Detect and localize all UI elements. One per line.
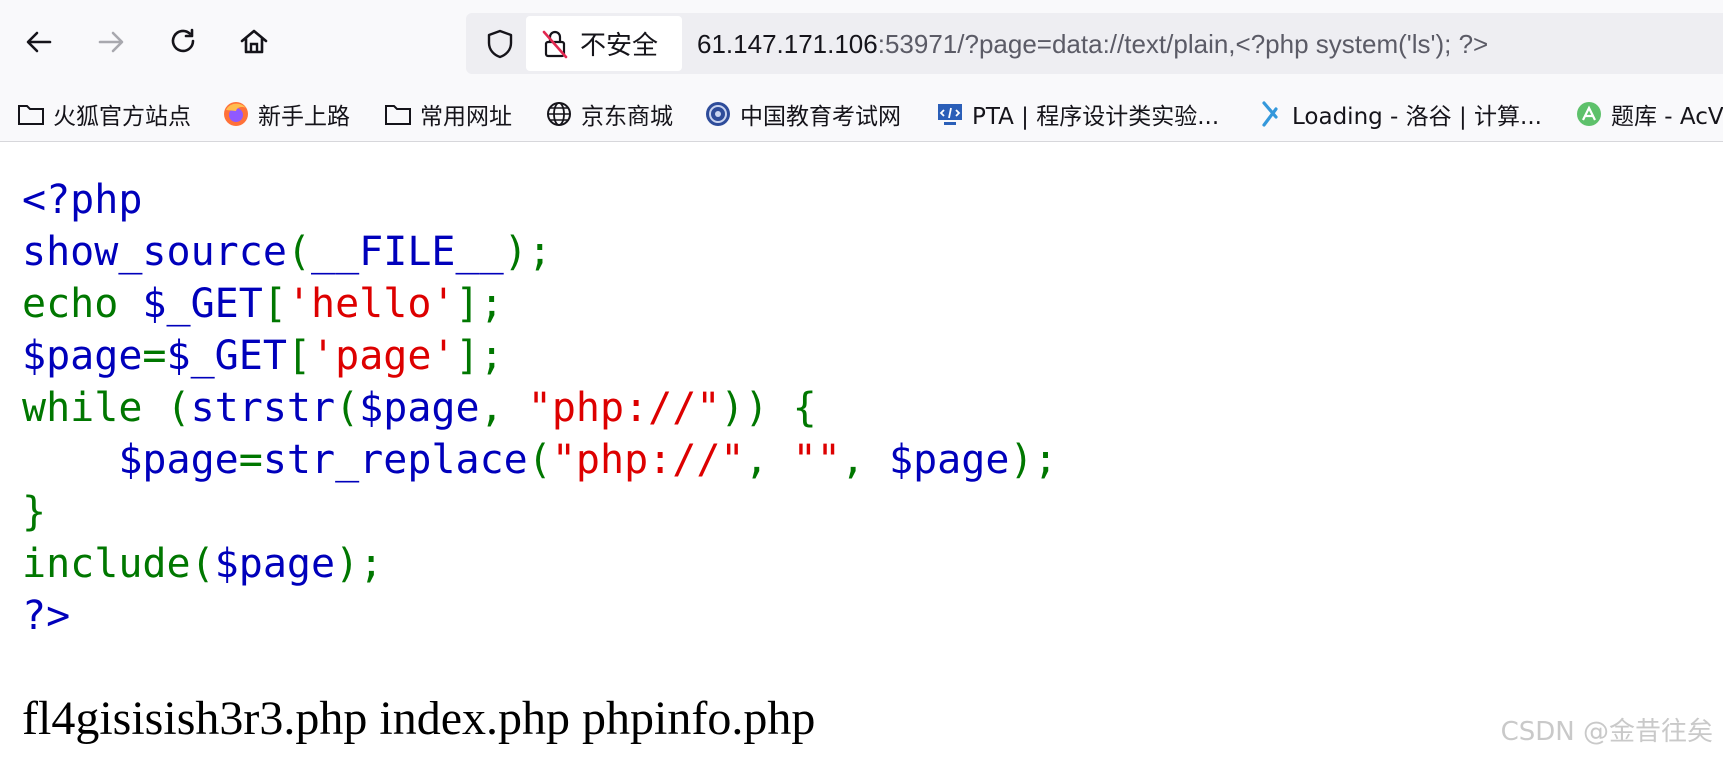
pta-icon <box>936 100 964 128</box>
code-token: = <box>238 437 263 483</box>
code-token: ); <box>503 229 552 275</box>
csdn-watermark: CSDN @金昔往矣 <box>1500 717 1713 747</box>
code-token: strstr <box>190 385 336 431</box>
bookmark-getting-started[interactable]: 新手上路 <box>222 96 350 132</box>
bookmark-pta[interactable]: PTA | 程序设计类实验... <box>936 96 1219 132</box>
code-line-4: $page=$_GET['page']; <box>22 333 504 379</box>
bookmark-jd[interactable]: 京东商城 <box>545 96 673 132</box>
url-host: 61.147.171.106 <box>697 29 878 59</box>
code-token: $page <box>22 437 239 483</box>
command-output: fl4gisisish3r3.php index.php phpinfo.php <box>22 692 816 745</box>
code-line-7: } <box>22 489 46 535</box>
code-token: "php://" <box>527 385 721 431</box>
acwing-icon <box>1575 100 1603 128</box>
luogu-icon <box>1256 100 1284 128</box>
bookmark-neea[interactable]: 中国教育考试网 <box>704 96 901 132</box>
url-text[interactable]: 61.147.171.106:53971/?page=data://text/p… <box>697 27 1488 61</box>
bookmark-label: 常用网址 <box>420 104 512 130</box>
bookmark-acwing[interactable]: 题库 - AcV <box>1575 96 1723 132</box>
forward-button[interactable] <box>91 22 131 62</box>
bookmark-luogu[interactable]: Loading - 洛谷 | 计算... <box>1256 96 1542 132</box>
code-token: , <box>840 437 890 483</box>
code-token: , <box>479 385 528 431</box>
code-line-3: echo $_GET['hello']; <box>22 281 504 327</box>
code-token: ( <box>286 229 311 275</box>
bookmark-label: PTA | 程序设计类实验... <box>972 104 1220 130</box>
code-line-1: <?php <box>22 177 142 223</box>
code-token: [ <box>262 281 287 327</box>
bookmark-label: 题库 - AcV <box>1611 104 1723 130</box>
insecure-lock-icon <box>542 30 568 58</box>
bookmark-label: 火狐官方站点 <box>53 104 191 130</box>
code-token: )) { <box>720 385 817 431</box>
code-token: $_GET <box>166 333 287 379</box>
code-token: 'page' <box>311 333 456 379</box>
forward-icon <box>98 31 124 53</box>
code-line-9: ?> <box>22 593 70 639</box>
folder-icon <box>384 100 412 128</box>
code-token: str_replace <box>262 437 528 483</box>
php-source-code: <?php show_source(__FILE__); echo $_GET[… <box>22 174 1058 642</box>
code-token: $page <box>889 437 1010 483</box>
code-token: ]; <box>455 281 504 327</box>
code-token: $page <box>359 385 480 431</box>
site-security-indicator[interactable]: 不安全 <box>526 16 682 71</box>
home-button[interactable] <box>234 22 274 62</box>
back-icon <box>26 31 52 53</box>
code-token: show_source <box>22 229 287 275</box>
home-icon <box>240 29 268 54</box>
bookmark-label: 中国教育考试网 <box>740 104 901 130</box>
code-token: include( <box>22 541 215 587</box>
bookmark-common-sites[interactable]: 常用网址 <box>384 96 512 132</box>
code-line-6: $page=str_replace("php://", "", $page); <box>22 437 1058 483</box>
code-token: echo <box>22 281 143 327</box>
reload-button[interactable] <box>163 22 203 62</box>
code-token: "" <box>792 437 841 483</box>
code-token: ( <box>527 437 552 483</box>
code-token: 'hello' <box>286 281 456 327</box>
code-token: ( <box>335 385 360 431</box>
folder-icon <box>17 100 45 128</box>
url-path: :53971/?page=data://text/plain,<?php sys… <box>877 29 1489 59</box>
code-token: , <box>744 437 793 483</box>
back-button[interactable] <box>19 22 59 62</box>
firefox-icon <box>222 100 250 128</box>
code-line-5: while (strstr($page, "php://")) { <box>22 385 817 431</box>
shield-icon <box>487 29 513 59</box>
code-token: while ( <box>22 385 191 431</box>
code-token: $page <box>214 541 336 587</box>
reload-icon <box>171 28 195 53</box>
tracking-protection-button[interactable] <box>480 24 520 64</box>
bookmark-label: 新手上路 <box>258 104 350 130</box>
code-token: ]; <box>455 333 504 379</box>
code-token: "php://" <box>551 437 745 483</box>
code-token: = <box>142 333 167 379</box>
code-token: $page <box>22 333 143 379</box>
code-token: __FILE__ <box>311 229 504 275</box>
globe-icon <box>545 100 573 128</box>
bookmark-firefox-official[interactable]: 火狐官方站点 <box>17 96 191 132</box>
security-label: 不安全 <box>580 31 659 61</box>
code-token: <?php <box>22 177 143 223</box>
code-token: ); <box>1009 437 1058 483</box>
code-line-2: show_source(__FILE__); <box>22 229 552 275</box>
site-emblem-icon <box>704 100 732 128</box>
code-token: [ <box>286 333 312 379</box>
code-token: } <box>22 489 47 535</box>
code-line-8: include($page); <box>22 541 383 587</box>
code-token: $_GET <box>142 281 263 327</box>
bookmark-label: 京东商城 <box>581 104 673 130</box>
code-token: ?> <box>22 593 71 639</box>
bookmark-label: Loading - 洛谷 | 计算... <box>1292 104 1542 130</box>
code-token: ); <box>335 541 384 587</box>
browser-toolbar: 不安全 61.147.171.106:53971/?page=data://te… <box>0 0 1723 89</box>
